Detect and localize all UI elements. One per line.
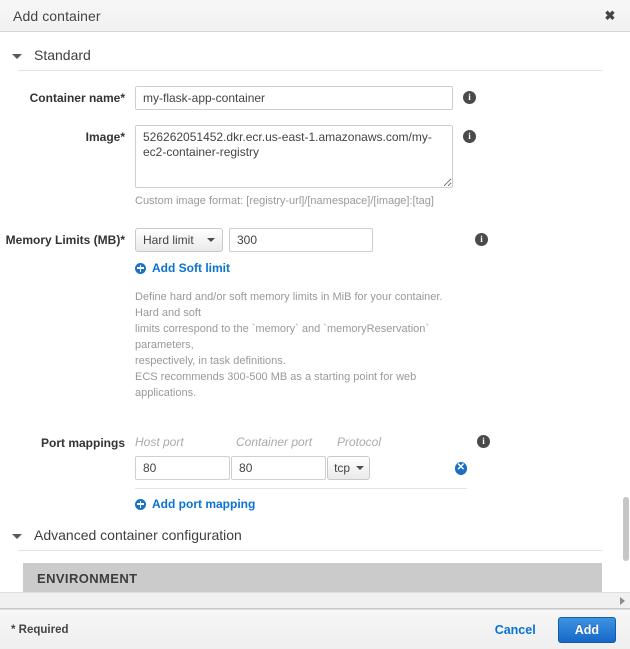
control-port-mappings: Host port Container port Protocol 80 80 … [135, 435, 620, 511]
section-title-advanced: Advanced container configuration [34, 527, 242, 543]
scroll-right-arrow-icon[interactable] [620, 596, 625, 605]
dialog-titlebar: Add container ✖ [0, 0, 630, 32]
add-soft-limit-link[interactable]: Add Soft limit [135, 261, 465, 275]
section-divider-advanced [18, 550, 602, 551]
image-helper-text: Custom image format: [registry-url]/[nam… [135, 195, 434, 207]
vertical-scrollbar[interactable] [622, 65, 630, 561]
protocol-select[interactable]: tcp [327, 456, 370, 480]
field-row-container-name: Container name* i [0, 86, 620, 110]
form-content: Standard Container name* i Image* 526262… [0, 33, 630, 592]
column-header-host-port: Host port [135, 435, 184, 449]
field-row-image: Image* 526262051452.dkr.ecr.us-east-1.am… [0, 125, 620, 209]
horizontal-scrollbar[interactable] [0, 592, 630, 609]
label-port-mappings: Port mappings [40, 436, 125, 450]
section-header-advanced[interactable]: Advanced container configuration [0, 511, 620, 543]
control-memory-limits: Hard limit Add Soft limit Define hard an… [135, 228, 620, 401]
section-divider-standard [18, 70, 602, 71]
subsection-header-environment: ENVIRONMENT [23, 563, 602, 592]
memory-limits-helper-text: Define hard and/or soft memory limits in… [135, 289, 465, 401]
plus-circle-icon [135, 262, 146, 274]
info-icon[interactable]: i [475, 233, 488, 246]
label-memory-limits: Memory Limits (MB)* [0, 228, 135, 247]
add-port-mapping-label: Add port mapping [152, 497, 256, 511]
field-row-memory-limits: Memory Limits (MB)* Hard limit 300 Add S… [0, 228, 620, 401]
caret-down-icon[interactable] [12, 533, 22, 539]
vertical-scrollbar-thumb[interactable] [623, 497, 629, 561]
protocol-value: tcp [334, 461, 351, 475]
dialog-body: Standard Container name* i Image* 526262… [0, 32, 630, 592]
cell-host-port [135, 456, 231, 480]
chevron-down-icon [207, 238, 215, 242]
container-name-input[interactable] [135, 86, 453, 110]
memory-helper-line-2: limits correspond to the `memory` and `m… [135, 323, 430, 351]
memory-helper-line-1: Define hard and/or soft memory limits in… [135, 291, 443, 319]
column-header-protocol: Protocol [337, 435, 382, 449]
cancel-button[interactable]: Cancel [489, 622, 542, 638]
close-icon[interactable]: ✖ [602, 8, 618, 24]
section-title-standard: Standard [34, 47, 91, 63]
memory-helper-line-4: ECS recommends 300-500 MB as a starting … [135, 371, 417, 399]
label-container-name: Container name* [29, 91, 125, 105]
memory-helper-line-3: respectively, in task definitions. [135, 355, 286, 367]
info-icon[interactable]: i [463, 91, 476, 104]
port-mappings-header: Host port Container port Protocol [135, 435, 467, 449]
control-image: 526262051452.dkr.ecr.us-east-1.amazonaws… [135, 125, 620, 209]
memory-limit-value-input[interactable] [229, 228, 373, 252]
field-row-port-mappings: Port mappings Host port Container port P… [0, 435, 620, 511]
chevron-down-icon [356, 466, 365, 470]
add-container-dialog: Add container ✖ Standard Container name*… [0, 0, 630, 649]
label-memory-limits-text: Memory Limits (MB)* [5, 233, 125, 247]
info-icon[interactable]: i [477, 435, 490, 448]
control-container-name: i [135, 86, 620, 110]
required-note: * Required [11, 623, 69, 636]
dialog-title: Add container [13, 7, 101, 24]
column-header-container-port: Container port [236, 435, 313, 449]
cell-container-port [231, 456, 327, 480]
add-soft-limit-label: Add Soft limit [152, 261, 230, 275]
host-port-input[interactable] [135, 456, 230, 480]
add-port-mapping-link[interactable]: Add port mapping [135, 497, 467, 511]
port-mapping-row: tcp ✕ [135, 456, 467, 489]
plus-circle-icon [135, 498, 146, 510]
dialog-footer: * Required Cancel Add [0, 609, 630, 649]
label-image: Image* [85, 130, 125, 144]
memory-limit-type-select[interactable]: Hard limit [135, 228, 223, 252]
memory-limit-type-value: Hard limit [143, 233, 194, 247]
caret-down-icon[interactable] [12, 53, 22, 59]
section-header-standard[interactable]: Standard [0, 33, 620, 63]
image-textarea[interactable]: 526262051452.dkr.ecr.us-east-1.amazonaws… [135, 125, 453, 188]
info-icon[interactable]: i [463, 130, 476, 143]
container-port-input[interactable] [231, 456, 327, 480]
add-button[interactable]: Add [557, 616, 616, 643]
remove-port-mapping-icon[interactable]: ✕ [454, 461, 467, 475]
